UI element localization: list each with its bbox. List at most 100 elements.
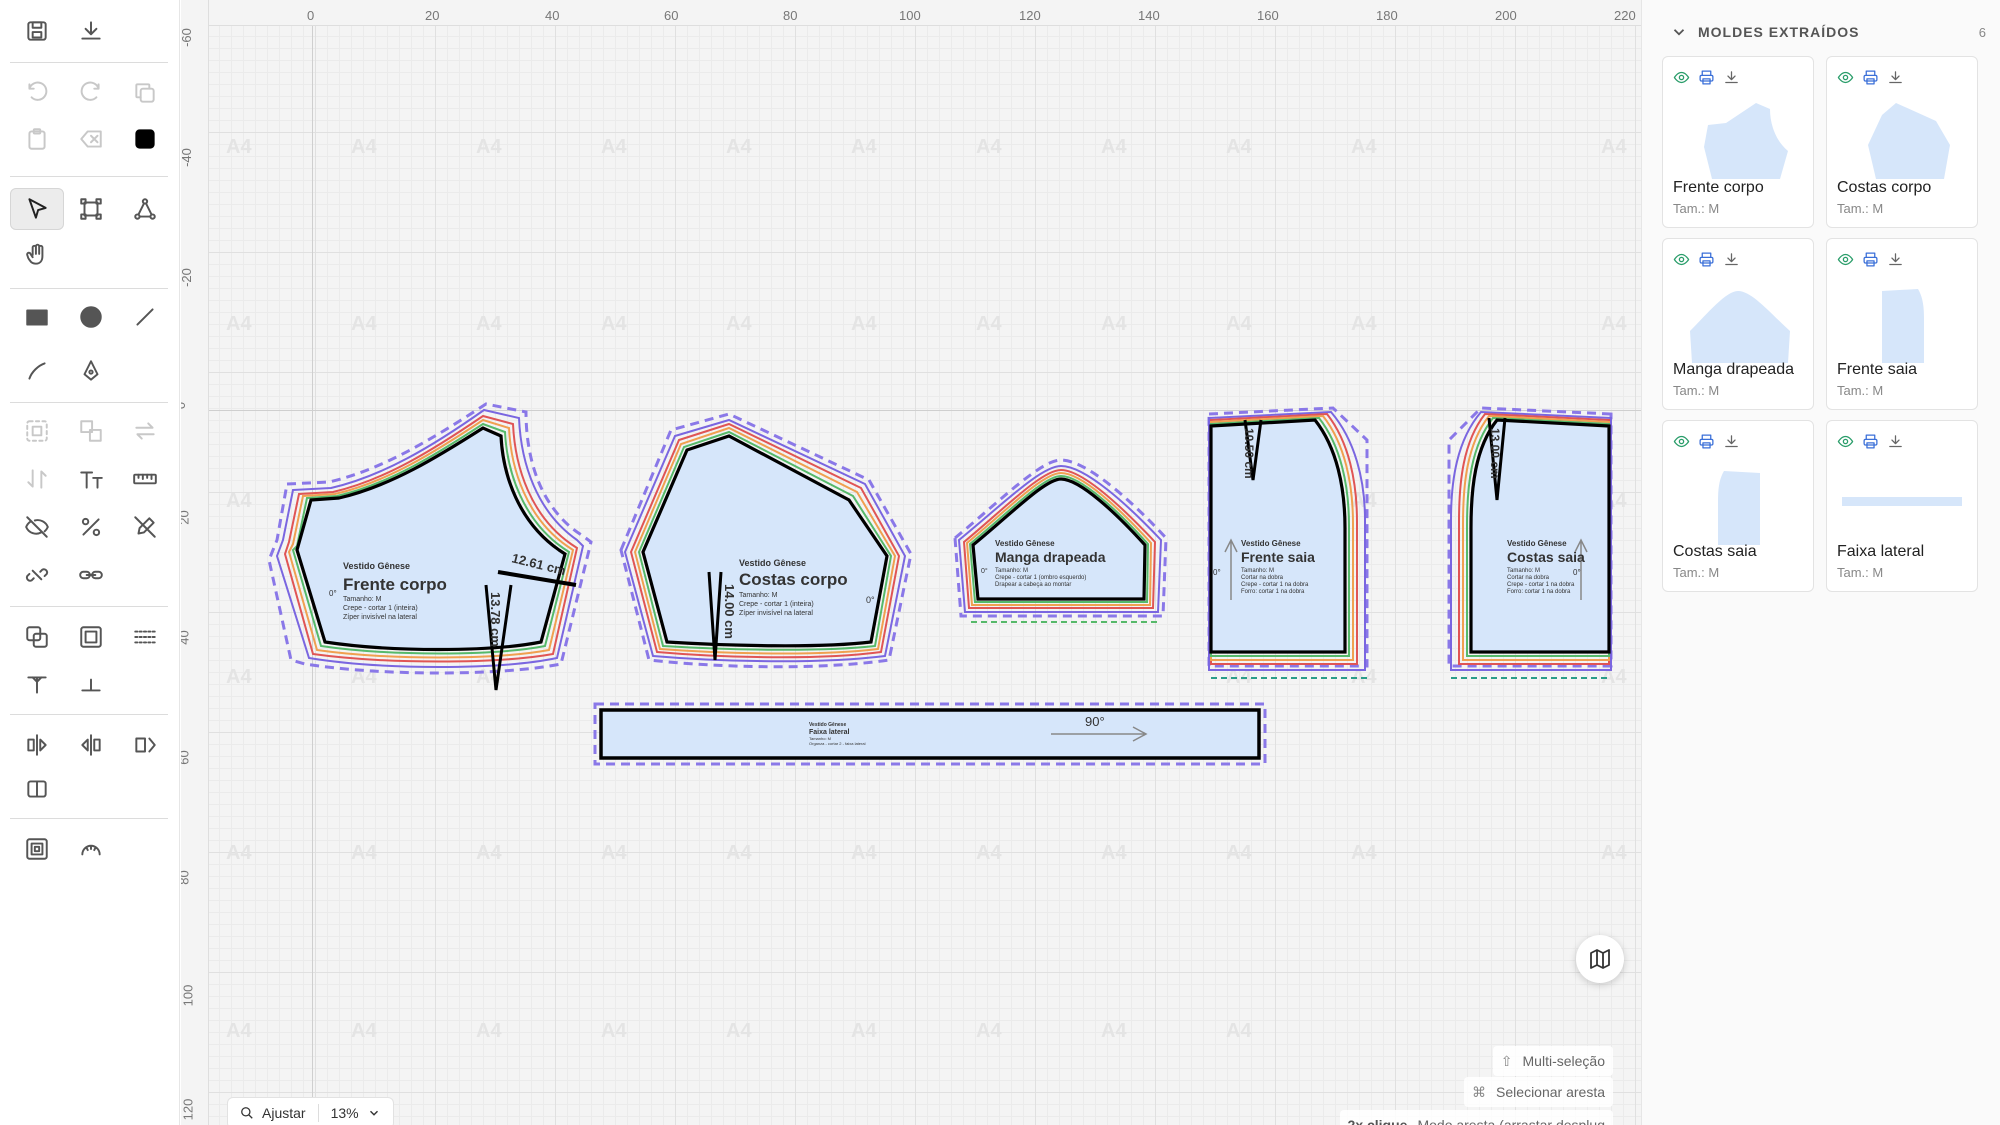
rectangle-tool[interactable] xyxy=(10,296,64,338)
printer-icon[interactable] xyxy=(1698,433,1715,450)
line-tool[interactable] xyxy=(118,296,172,338)
pattern-card[interactable]: Frente saia Tam.: M xyxy=(1826,238,1978,410)
measure-tool[interactable] xyxy=(118,458,172,500)
pattern-card-name: Manga drapeada xyxy=(1673,361,1794,378)
curve-ruler-tool[interactable] xyxy=(64,828,118,870)
download-icon[interactable] xyxy=(1887,251,1904,268)
rectangle-icon xyxy=(26,309,48,326)
pattern-card-name: Costas saia xyxy=(1673,543,1757,560)
download-icon[interactable] xyxy=(1887,69,1904,86)
node-tool[interactable] xyxy=(118,188,172,230)
pattern-card-size: Tam.: M xyxy=(1837,383,1884,398)
copy-button[interactable] xyxy=(118,72,172,114)
pattern-card-name: Frente corpo xyxy=(1673,179,1764,196)
eye-icon[interactable] xyxy=(1673,433,1690,450)
piece-frente-saia[interactable]: Vestido Gênese Frente saia Tamanho: M Co… xyxy=(1207,406,1369,679)
frame-icon xyxy=(80,626,102,648)
hint-multiselect: ⇧ Multi-seleção xyxy=(1492,1046,1613,1076)
transform-tool[interactable] xyxy=(64,188,118,230)
printer-icon[interactable] xyxy=(1698,69,1715,86)
flip-arrows-icon xyxy=(27,469,47,489)
download-icon[interactable] xyxy=(1723,251,1740,268)
text-tool[interactable] xyxy=(64,458,118,500)
hide-tool[interactable] xyxy=(10,506,64,548)
shift-key-icon: ⇧ xyxy=(1500,1052,1513,1069)
pattern-card[interactable]: Manga drapeada Tam.: M xyxy=(1662,238,1814,410)
frame-tool[interactable] xyxy=(64,616,118,658)
piece-info-line: Crepe - cortar 1 (inteira) xyxy=(343,605,418,612)
printer-icon[interactable] xyxy=(1862,433,1879,450)
download-icon[interactable] xyxy=(1887,433,1904,450)
mirror-icon xyxy=(135,737,156,753)
ungroup-tool[interactable] xyxy=(64,410,118,452)
zoom-level-select[interactable]: 13% xyxy=(319,1098,393,1125)
align-right-tool[interactable] xyxy=(64,724,118,766)
link-tool[interactable] xyxy=(64,554,118,596)
piece-faixa-lateral[interactable]: 90° Vestido Gênese Faixa lateral Tamanho… xyxy=(593,702,1267,766)
undo-button[interactable] xyxy=(10,72,64,114)
piece-costas-saia[interactable]: Vestido Gênese Costas saia Tamanho: M Co… xyxy=(1447,406,1613,679)
color-swatch-button[interactable] xyxy=(118,118,172,160)
pattern-card[interactable]: Costas corpo Tam.: M xyxy=(1826,56,1978,228)
text-size-icon xyxy=(80,471,103,489)
piece-frente-corpo[interactable]: Vestido Gênese Frente corpo Tamanho: M C… xyxy=(267,402,593,691)
download-icon[interactable] xyxy=(1723,69,1740,86)
mirror-tool[interactable] xyxy=(118,724,172,766)
grain-label: 0° xyxy=(866,595,875,605)
group-tool[interactable] xyxy=(10,410,64,452)
pattern-card[interactable]: Faixa lateral Tam.: M xyxy=(1826,420,1978,592)
download-button[interactable] xyxy=(64,10,118,52)
eye-icon[interactable] xyxy=(1837,251,1854,268)
pan-tool[interactable] xyxy=(10,234,64,276)
zoom-fit-button[interactable]: Ajustar xyxy=(228,1098,318,1125)
circle-icon xyxy=(80,306,102,328)
swap-tool[interactable] xyxy=(118,410,172,452)
split-tool[interactable] xyxy=(10,768,64,810)
pen-tool[interactable] xyxy=(64,350,118,392)
line-icon xyxy=(136,308,154,326)
piece-info-line: Cortar na dobra xyxy=(1241,575,1284,581)
seam-allowance-tool[interactable] xyxy=(10,828,64,870)
save-button[interactable] xyxy=(10,10,64,52)
printer-icon[interactable] xyxy=(1862,251,1879,268)
circle-tool[interactable] xyxy=(64,296,118,338)
eye-icon[interactable] xyxy=(1673,69,1690,86)
printer-icon[interactable] xyxy=(1862,69,1879,86)
redo-button[interactable] xyxy=(64,72,118,114)
piece-project-label: Vestido Gênese xyxy=(1507,539,1567,548)
pattern-thumbnail-costas-corpo xyxy=(1868,103,1950,179)
pattern-card[interactable]: Frente corpo Tam.: M xyxy=(1662,56,1814,228)
notch-tool[interactable] xyxy=(10,664,64,706)
bounding-box-icon xyxy=(80,198,102,220)
perpendicular-tool[interactable] xyxy=(64,664,118,706)
delete-button[interactable] xyxy=(64,118,118,160)
printer-icon[interactable] xyxy=(1698,251,1715,268)
download-icon[interactable] xyxy=(1723,433,1740,450)
hint-label: Modo aresta (arrastar desplug xyxy=(1417,1117,1605,1125)
unlink-tool[interactable] xyxy=(10,554,64,596)
lines-tool[interactable] xyxy=(118,616,172,658)
minimap-button[interactable] xyxy=(1576,935,1624,983)
align-left-tool[interactable] xyxy=(10,724,64,766)
eye-icon[interactable] xyxy=(1837,433,1854,450)
extract-pattern-tool[interactable] xyxy=(10,616,64,658)
pattern-card-list: Frente corpo Tam.: M Costas corpo Tam.: … xyxy=(1662,56,1979,592)
select-tool[interactable] xyxy=(10,188,64,230)
eye-icon[interactable] xyxy=(1837,69,1854,86)
flip-vertical-tool[interactable] xyxy=(10,458,64,500)
pen-off-tool[interactable] xyxy=(118,506,172,548)
paste-button[interactable] xyxy=(10,118,64,160)
curve-tool[interactable] xyxy=(10,350,64,392)
pattern-card[interactable]: Costas saia Tam.: M xyxy=(1662,420,1814,592)
pattern-count: 6 xyxy=(1978,24,1986,40)
piece-costas-corpo[interactable]: Vestido Gênese Costas corpo Tamanho: M C… xyxy=(619,412,913,669)
pattern-canvas[interactable]: A4 A4 A4 A4 A4 A4 A4 A4 A4 A4 A4 A4 A4 A… xyxy=(181,0,1641,1125)
pattern-card-name: Costas corpo xyxy=(1837,179,1932,196)
piece-info-line: Drapear a cabeça ao montar xyxy=(995,582,1071,588)
piece-manga-drapeada[interactable]: Vestido Gênese Manga drapeada Tamanho: M… xyxy=(953,458,1168,623)
hand-icon xyxy=(26,243,44,265)
hint-label: Multi-seleção xyxy=(1522,1053,1605,1069)
percent-tool[interactable] xyxy=(64,506,118,548)
panel-header[interactable]: MOLDES EXTRAÍDOS 6 xyxy=(1670,20,1986,44)
eye-icon[interactable] xyxy=(1673,251,1690,268)
